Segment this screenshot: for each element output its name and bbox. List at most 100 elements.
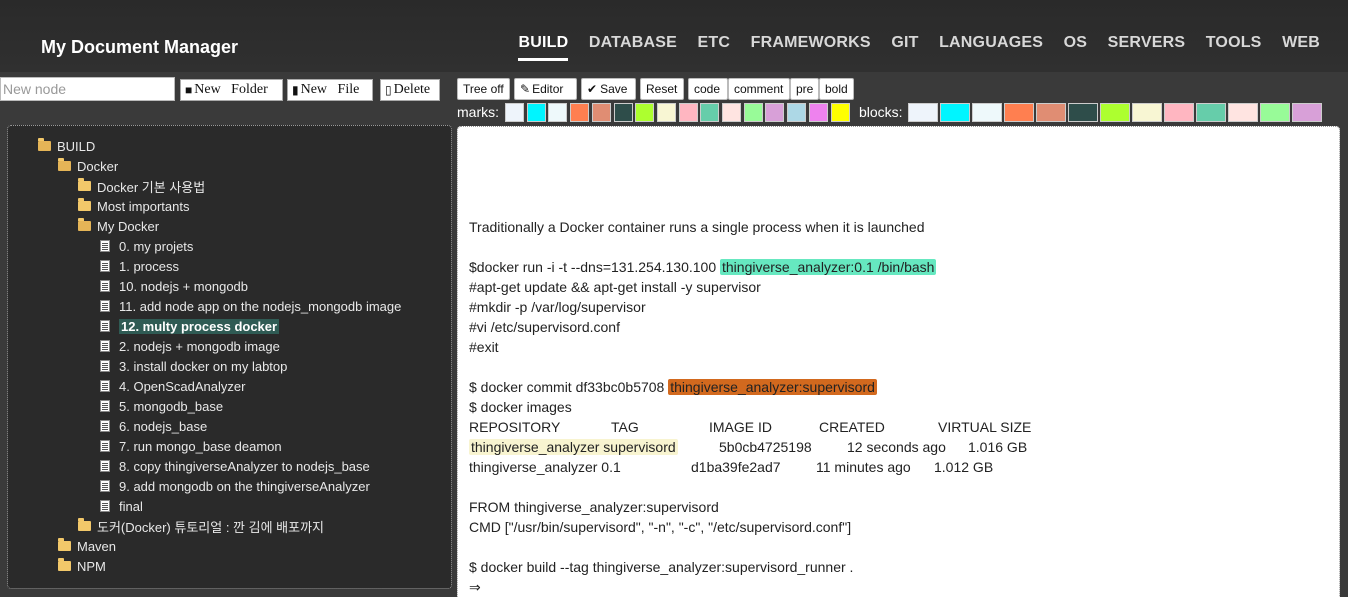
nav-os[interactable]: OS bbox=[1064, 34, 1088, 61]
block-swatch[interactable] bbox=[1292, 103, 1322, 122]
mark-swatch[interactable] bbox=[700, 103, 720, 122]
tree-file-selected[interactable]: 12. multy process docker bbox=[100, 316, 280, 336]
new-file-button[interactable]: ▮ New File bbox=[287, 79, 373, 101]
block-swatch[interactable] bbox=[1196, 103, 1226, 122]
code-button[interactable]: code bbox=[688, 78, 728, 100]
tree-label: Maven bbox=[77, 538, 117, 554]
blocks-label: blocks: bbox=[859, 104, 903, 120]
file-icon bbox=[100, 260, 110, 272]
nav-servers[interactable]: SERVERS bbox=[1108, 34, 1186, 61]
block-swatch[interactable] bbox=[1260, 103, 1290, 122]
mark-swatch[interactable] bbox=[830, 103, 850, 122]
nav-frameworks[interactable]: FRAMEWORKS bbox=[751, 34, 871, 61]
tree-label: 7. run mongo_base deamon bbox=[119, 438, 282, 454]
block-swatch[interactable] bbox=[1036, 103, 1066, 122]
mark-swatch[interactable] bbox=[505, 103, 524, 122]
mark-swatch[interactable] bbox=[570, 103, 590, 122]
file-icon bbox=[100, 380, 110, 392]
tree-node-docker-basic[interactable]: Docker 기본 사용법 bbox=[78, 176, 205, 196]
tree-node-most-importants[interactable]: Most importants bbox=[78, 196, 189, 216]
block-swatch[interactable] bbox=[908, 103, 938, 122]
tree-label: 10. nodejs + mongodb bbox=[119, 278, 249, 294]
tree-file[interactable]: final bbox=[100, 496, 143, 516]
block-swatch[interactable] bbox=[1068, 103, 1098, 122]
document-content[interactable]: Traditionally a Docker container runs a … bbox=[457, 126, 1340, 597]
doc-line: $ docker build --tag thingiverse_analyze… bbox=[469, 559, 854, 575]
table-row: thingiverse_analyzer 0.1 bbox=[469, 459, 621, 475]
block-swatch[interactable] bbox=[1100, 103, 1130, 122]
nav-database[interactable]: DATABASE bbox=[589, 34, 677, 61]
tree-file[interactable]: 7. run mongo_base deamon bbox=[100, 436, 282, 456]
mark-swatch[interactable] bbox=[591, 103, 611, 122]
table-header-repo: REPOSITORY bbox=[469, 419, 561, 435]
tree-file[interactable]: 5. mongodb_base bbox=[100, 396, 223, 416]
tree-file[interactable]: 1. process bbox=[100, 256, 179, 276]
tree-file[interactable]: 9. add mongodb on the thingiverseAnalyze… bbox=[100, 476, 370, 496]
mark-swatch[interactable] bbox=[765, 103, 785, 122]
tree-node-tutorial[interactable]: 도커(Docker) 튜토리얼 : 깐 김에 배포까지 bbox=[78, 516, 324, 536]
table-header-created: CREATED bbox=[819, 419, 885, 435]
mark-swatch[interactable] bbox=[678, 103, 698, 122]
tree-node-my-docker[interactable]: My Docker bbox=[78, 216, 159, 236]
tree-off-button[interactable]: Tree off bbox=[457, 78, 510, 100]
tree-file[interactable]: 2. nodejs + mongodb image bbox=[100, 336, 280, 356]
mark-swatch[interactable] bbox=[656, 103, 676, 122]
new-node-input[interactable] bbox=[0, 77, 175, 101]
editor-button[interactable]: ✎ Editor bbox=[514, 78, 577, 100]
doc-text: $docker run -i -t --dns=131.254.130.100 bbox=[469, 259, 720, 275]
mark-swatch[interactable] bbox=[808, 103, 828, 122]
table-header-size: VIRTUAL SIZE bbox=[938, 419, 1032, 435]
new-folder-button[interactable]: ■ New Folder bbox=[180, 79, 283, 101]
tree-file[interactable]: 0. my projets bbox=[100, 236, 193, 256]
file-icon: ▮ bbox=[292, 82, 299, 97]
tree-file[interactable]: 11. add node app on the nodejs_mongodb i… bbox=[100, 296, 401, 316]
delete-label: Delete bbox=[393, 82, 431, 97]
delete-button[interactable]: ▯ Delete bbox=[380, 79, 440, 101]
nav-git[interactable]: GIT bbox=[891, 34, 918, 61]
tree-file[interactable]: 4. OpenScadAnalyzer bbox=[100, 376, 245, 396]
mark-swatch[interactable] bbox=[613, 103, 633, 122]
folder-open-icon bbox=[38, 138, 51, 151]
mark-swatch[interactable] bbox=[787, 103, 807, 122]
tree-label: 9. add mongodb on the thingiverseAnalyze… bbox=[119, 478, 370, 494]
block-swatch[interactable] bbox=[1132, 103, 1162, 122]
block-swatch[interactable] bbox=[972, 103, 1002, 122]
block-swatch[interactable] bbox=[1228, 103, 1258, 122]
tree-file[interactable]: 3. install docker on my labtop bbox=[100, 356, 287, 376]
tree-node-npm[interactable]: NPM bbox=[58, 556, 106, 576]
tree-node-docker[interactable]: Docker bbox=[58, 156, 118, 176]
tree-node-build[interactable]: BUILD bbox=[38, 136, 95, 156]
mark-swatch[interactable] bbox=[635, 103, 655, 122]
block-swatch[interactable] bbox=[1004, 103, 1034, 122]
new-file-label: New File bbox=[300, 82, 360, 97]
nav-tools[interactable]: TOOLS bbox=[1206, 34, 1262, 61]
pre-button[interactable]: pre bbox=[790, 78, 819, 100]
tree-label: Docker bbox=[77, 158, 119, 174]
tree-file[interactable]: 10. nodejs + mongodb bbox=[100, 276, 248, 296]
file-icon bbox=[100, 480, 110, 492]
block-swatch[interactable] bbox=[940, 103, 970, 122]
save-button[interactable]: ✔ Save bbox=[581, 78, 636, 100]
nav-languages[interactable]: LANGUAGES bbox=[939, 34, 1043, 61]
tree-label: Docker 기본 사용법 bbox=[97, 179, 206, 195]
nav-build[interactable]: BUILD bbox=[518, 34, 569, 61]
mark-swatch[interactable] bbox=[743, 103, 763, 122]
tree-node-maven[interactable]: Maven bbox=[58, 536, 116, 556]
reset-button[interactable]: Reset bbox=[640, 78, 684, 100]
nav-etc[interactable]: ETC bbox=[697, 34, 730, 61]
mark-swatch[interactable] bbox=[548, 103, 568, 122]
folder-open-icon bbox=[78, 218, 91, 231]
mark-swatch[interactable] bbox=[526, 103, 546, 122]
mark-swatch[interactable] bbox=[722, 103, 741, 122]
bold-button[interactable]: bold bbox=[819, 78, 854, 100]
doc-line: Traditionally a Docker container runs a … bbox=[469, 219, 925, 235]
tree-label: 11. add node app on the nodejs_mongodb i… bbox=[119, 298, 402, 314]
folder-icon: ■ bbox=[185, 82, 193, 97]
save-label: Save bbox=[600, 82, 628, 96]
block-swatch[interactable] bbox=[1164, 103, 1194, 122]
tree-file[interactable]: 6. nodejs_base bbox=[100, 416, 207, 436]
tree-file[interactable]: 8. copy thingiverseAnalyzer to nodejs_ba… bbox=[100, 456, 370, 476]
table-row: thingiverse_analyzer supervisord bbox=[469, 439, 678, 455]
nav-web[interactable]: WEB bbox=[1282, 34, 1320, 61]
comment-button[interactable]: comment bbox=[728, 78, 790, 100]
